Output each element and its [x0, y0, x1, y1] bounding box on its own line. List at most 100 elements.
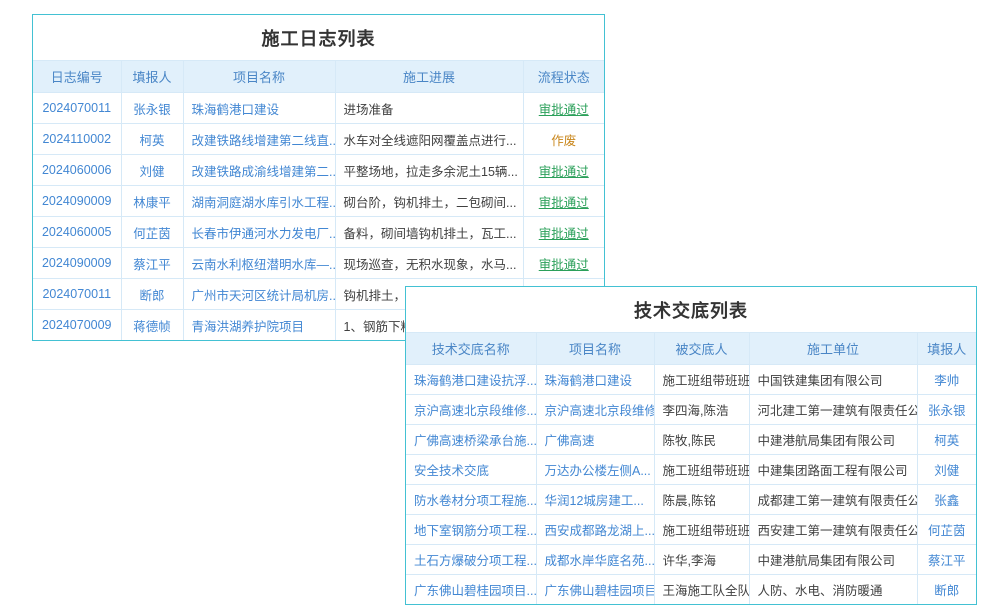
column-header-disclosure-person: 被交底人 — [654, 333, 749, 365]
filler-link[interactable]: 林康平 — [133, 196, 171, 210]
filler-link[interactable]: 张永银 — [928, 404, 966, 418]
cell-project: 珠海鹤港口建设 — [183, 93, 335, 124]
unit-text: 成都建工第一建筑有限责任公司 — [758, 494, 918, 508]
project-link[interactable]: 成都水岸华庭名苑... — [545, 554, 655, 568]
project-link[interactable]: 广州市天河区统计局机房... — [192, 289, 336, 303]
filler-link[interactable]: 刘健 — [139, 165, 164, 179]
status-badge[interactable]: 审批通过 — [539, 165, 589, 179]
filler-link[interactable]: 张鑫 — [934, 494, 959, 508]
person-text: 施工班组带班班... — [663, 374, 750, 388]
cell-project: 青海洪湖养护院项目 — [183, 310, 335, 341]
cell-filler: 林康平 — [121, 186, 183, 217]
cell-progress: 现场巡查，无积水现象，水马... — [335, 248, 523, 279]
project-link[interactable]: 京沪高速北京段维修 — [545, 404, 655, 418]
filler-link[interactable]: 断郎 — [934, 584, 959, 598]
cell-unit: 西安建工第一建筑有限责任公司 — [749, 515, 917, 545]
cell-project: 珠海鹤港口建设 — [536, 365, 654, 395]
project-link[interactable]: 西安成都路龙湖上... — [545, 524, 655, 538]
cell-person: 李四海,陈浩 — [654, 395, 749, 425]
filler-link[interactable]: 张永银 — [133, 103, 171, 117]
project-link[interactable]: 改建铁路成渝线增建第二... — [192, 165, 336, 179]
project-link[interactable]: 改建铁路线增建第二线直... — [192, 134, 336, 148]
id-link[interactable]: 2024070009 — [42, 318, 112, 332]
person-text: 许华,李海 — [663, 554, 716, 568]
table-row: 2024090009林康平湖南洞庭湖水库引水工程...砌台阶，钩机排土，二包砌间… — [33, 186, 604, 217]
person-text: 施工班组带班班... — [663, 464, 750, 478]
name-link[interactable]: 珠海鹤港口建设抗浮... — [414, 374, 536, 388]
construction-log-title: 施工日志列表 — [33, 15, 604, 60]
cell-filler: 张鑫 — [917, 485, 976, 515]
project-link[interactable]: 广佛高速 — [545, 434, 595, 448]
unit-text: 人防、水电、消防暖通 — [758, 584, 883, 598]
project-link[interactable]: 珠海鹤港口建设 — [192, 103, 280, 117]
cell-project: 云南水利枢纽潜明水库—... — [183, 248, 335, 279]
name-link[interactable]: 京沪高速北京段维修... — [414, 404, 536, 418]
cell-filler: 刘健 — [121, 155, 183, 186]
name-link[interactable]: 安全技术交底 — [414, 464, 489, 478]
id-link[interactable]: 2024060005 — [42, 225, 112, 239]
status-badge[interactable]: 作废 — [551, 134, 576, 148]
cell-project: 湖南洞庭湖水库引水工程... — [183, 186, 335, 217]
column-header-disclosure-filler: 填报人 — [917, 333, 976, 365]
name-link[interactable]: 广佛高速桥梁承台施... — [414, 434, 536, 448]
person-text: 李四海,陈浩 — [663, 404, 729, 418]
filler-link[interactable]: 柯英 — [934, 434, 959, 448]
cell-id: 2024090009 — [33, 248, 121, 279]
cell-filler: 蔡江平 — [121, 248, 183, 279]
project-link[interactable]: 长春市伊通河水力发电厂... — [192, 227, 336, 241]
cell-filler: 蔡江平 — [917, 545, 976, 575]
filler-link[interactable]: 柯英 — [139, 134, 164, 148]
project-link[interactable]: 华润12城房建工... — [545, 494, 644, 508]
table-row: 广佛高速桥梁承台施...广佛高速陈牧,陈民中建港航局集团有限公司柯英 — [406, 425, 976, 455]
column-header-disclosure-project: 项目名称 — [536, 333, 654, 365]
filler-link[interactable]: 何芷茵 — [133, 227, 171, 241]
project-link[interactable]: 珠海鹤港口建设 — [545, 374, 633, 388]
filler-link[interactable]: 何芷茵 — [928, 524, 966, 538]
status-badge[interactable]: 审批通过 — [539, 196, 589, 210]
filler-link[interactable]: 蔡江平 — [133, 258, 171, 272]
project-link[interactable]: 湖南洞庭湖水库引水工程... — [192, 196, 336, 210]
unit-text: 西安建工第一建筑有限责任公司 — [758, 524, 918, 538]
filler-link[interactable]: 刘健 — [934, 464, 959, 478]
project-link[interactable]: 青海洪湖养护院项目 — [192, 320, 305, 334]
name-link[interactable]: 防水卷材分项工程施... — [414, 494, 536, 508]
cell-project: 改建铁路成渝线增建第二... — [183, 155, 335, 186]
status-badge[interactable]: 审批通过 — [539, 258, 589, 272]
cell-person: 施工班组带班班... — [654, 365, 749, 395]
filler-link[interactable]: 蒋德帧 — [133, 320, 171, 334]
project-link[interactable]: 广东佛山碧桂园项目 — [545, 584, 655, 598]
column-header-log-project: 项目名称 — [183, 61, 335, 93]
filler-link[interactable]: 李帅 — [934, 374, 959, 388]
id-link[interactable]: 2024070011 — [42, 287, 111, 301]
id-link[interactable]: 2024060006 — [42, 163, 112, 177]
cell-filler: 李帅 — [917, 365, 976, 395]
id-link[interactable]: 2024070011 — [42, 101, 111, 115]
filler-link[interactable]: 蔡江平 — [928, 554, 966, 568]
cell-filler: 断郎 — [121, 279, 183, 310]
name-link[interactable]: 土石方爆破分项工程... — [414, 554, 536, 568]
table-row: 安全技术交底万达办公楼左侧A...施工班组带班班...中建集团路面工程有限公司刘… — [406, 455, 976, 485]
cell-filler: 蒋德帧 — [121, 310, 183, 341]
technical-disclosure-panel: 技术交底列表 技术交底名称 项目名称 被交底人 施工单位 填报人 珠海鹤港口建设… — [405, 286, 977, 605]
technical-disclosure-title: 技术交底列表 — [406, 287, 976, 332]
id-link[interactable]: 2024090009 — [42, 256, 112, 270]
cell-project: 成都水岸华庭名苑... — [536, 545, 654, 575]
cell-name: 珠海鹤港口建设抗浮... — [406, 365, 536, 395]
cell-name: 防水卷材分项工程施... — [406, 485, 536, 515]
filler-link[interactable]: 断郎 — [139, 289, 164, 303]
cell-unit: 中国铁建集团有限公司 — [749, 365, 917, 395]
status-badge[interactable]: 审批通过 — [539, 227, 589, 241]
cell-id: 2024070009 — [33, 310, 121, 341]
progress-text: 平整场地，拉走多余泥土15辆... — [344, 165, 518, 179]
name-link[interactable]: 广东佛山碧桂园项目... — [414, 584, 536, 598]
status-badge[interactable]: 审批通过 — [539, 103, 589, 117]
cell-filler: 刘健 — [917, 455, 976, 485]
id-link[interactable]: 2024110002 — [42, 132, 111, 146]
progress-text: 进场准备 — [344, 103, 394, 117]
project-link[interactable]: 云南水利枢纽潜明水库—... — [192, 258, 336, 272]
id-link[interactable]: 2024090009 — [42, 194, 112, 208]
name-link[interactable]: 地下室钢筋分项工程... — [414, 524, 536, 538]
unit-text: 中建港航局集团有限公司 — [758, 434, 896, 448]
project-link[interactable]: 万达办公楼左侧A... — [545, 464, 651, 478]
column-header-disclosure-unit: 施工单位 — [749, 333, 917, 365]
